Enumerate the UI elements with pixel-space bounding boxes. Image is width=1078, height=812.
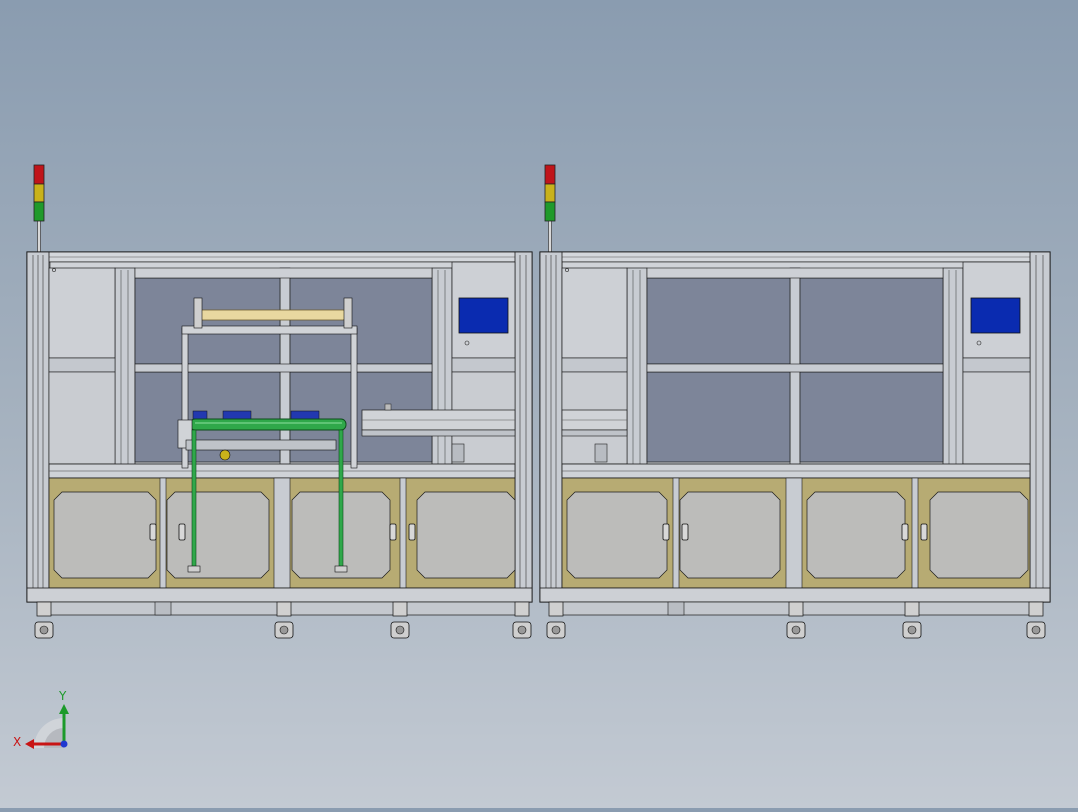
- cabinet-door[interactable]: [566, 491, 668, 579]
- glass-pane: [799, 277, 944, 365]
- glass-pane: [289, 277, 433, 365]
- caster-wheel: [34, 601, 54, 639]
- door-handle[interactable]: [901, 523, 909, 541]
- cabinet-door[interactable]: [806, 491, 906, 579]
- x-axis-arrowhead: [25, 739, 34, 749]
- glass-pane: [134, 277, 281, 365]
- glass-pane: [799, 371, 944, 463]
- door-handle[interactable]: [149, 523, 157, 541]
- hmi-screen-left[interactable]: [458, 297, 509, 334]
- cabinet-door[interactable]: [416, 491, 516, 579]
- door-handle[interactable]: [389, 523, 397, 541]
- door-handle[interactable]: [920, 523, 928, 541]
- door-handle[interactable]: [178, 523, 186, 541]
- hmi-screen-right[interactable]: [970, 297, 1021, 334]
- glass-pane: [646, 371, 791, 463]
- z-axis-dot: [60, 740, 68, 748]
- caster-wheel: [274, 601, 294, 639]
- door-handle[interactable]: [662, 523, 670, 541]
- stack-light-right: [544, 164, 556, 254]
- door-handle[interactable]: [408, 523, 416, 541]
- cabinet-door[interactable]: [679, 491, 781, 579]
- cad-model-view[interactable]: Y X: [0, 0, 1078, 808]
- y-axis-arrowhead: [59, 704, 69, 714]
- x-axis-label: X: [13, 735, 21, 749]
- caster-wheel: [786, 601, 806, 639]
- machine-left[interactable]: [26, 164, 533, 639]
- door-handle[interactable]: [681, 523, 689, 541]
- y-axis-label: Y: [58, 689, 67, 703]
- caster-wheel: [902, 601, 922, 639]
- cabinet-door[interactable]: [53, 491, 157, 579]
- caster-wheel: [1026, 601, 1046, 639]
- cad-viewport[interactable]: Y X: [0, 0, 1078, 808]
- axis-triad[interactable]: Y X: [13, 689, 69, 749]
- caster-wheel: [546, 601, 566, 639]
- caster-wheel: [390, 601, 410, 639]
- stack-light-left: [33, 164, 45, 254]
- machine-right[interactable]: [539, 164, 1051, 639]
- glass-pane: [646, 277, 791, 365]
- caster-wheel: [512, 601, 532, 639]
- cabinet-door[interactable]: [929, 491, 1029, 579]
